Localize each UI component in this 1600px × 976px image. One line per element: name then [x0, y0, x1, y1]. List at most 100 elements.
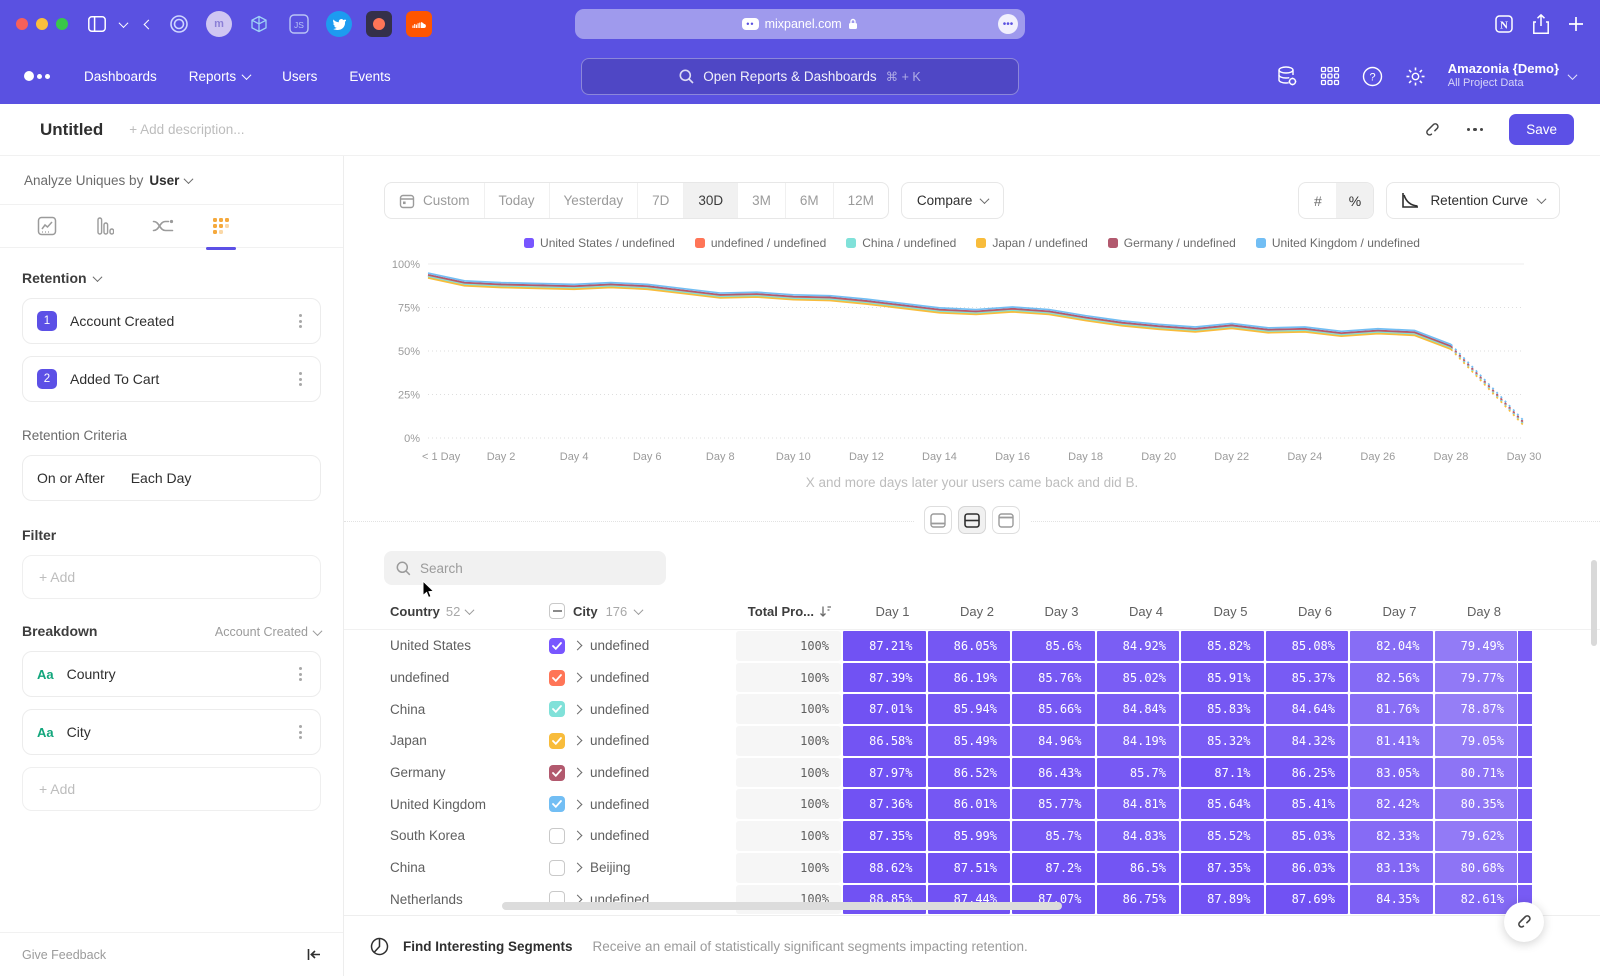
- day-column-header[interactable]: Day 1: [842, 604, 927, 619]
- breakdown-options-icon[interactable]: [295, 663, 306, 685]
- retention-cell[interactable]: 86.19%: [928, 663, 1011, 693]
- retention-cell[interactable]: 87.35%: [1181, 853, 1264, 883]
- retention-cell[interactable]: 87.51%: [928, 853, 1011, 883]
- breakdown-item-city[interactable]: Aa City: [22, 709, 321, 755]
- retention-cell[interactable]: 85.6%: [1012, 631, 1095, 661]
- project-switcher[interactable]: Amazonia {Demo} All Project Data: [1448, 61, 1576, 91]
- retention-cell[interactable]: 85.7%: [1097, 758, 1180, 788]
- range-12m-button[interactable]: 12M: [834, 183, 888, 218]
- criteria-each-day[interactable]: Each Day: [131, 470, 192, 486]
- retention-step-1[interactable]: 1 Account Created: [22, 298, 321, 344]
- range-7d-button[interactable]: 7D: [638, 183, 684, 218]
- retention-cell[interactable]: 85.91%: [1181, 663, 1264, 693]
- day-column-header[interactable]: Day 3: [1011, 604, 1096, 619]
- bird-tab-icon[interactable]: [326, 11, 352, 37]
- retention-cell[interactable]: 84.19%: [1097, 726, 1180, 756]
- unit-number-button[interactable]: #: [1299, 183, 1336, 218]
- retention-cell[interactable]: 82.33%: [1350, 821, 1433, 851]
- find-segments-title[interactable]: Find Interesting Segments: [403, 939, 573, 954]
- range-custom-button[interactable]: Custom: [385, 183, 485, 218]
- more-options-icon[interactable]: [1463, 124, 1488, 136]
- share-icon[interactable]: [1532, 14, 1550, 35]
- retention-cell[interactable]: 86.43%: [1012, 758, 1095, 788]
- retention-cell[interactable]: 85.49%: [928, 726, 1011, 756]
- close-window-icon[interactable]: [16, 18, 28, 30]
- retention-cell[interactable]: 79.49%: [1435, 631, 1518, 661]
- retention-cell[interactable]: 87.01%: [843, 694, 926, 724]
- soundcloud-tab-icon[interactable]: [406, 11, 432, 37]
- vertical-scrollbar[interactable]: [1591, 560, 1597, 646]
- day-column-header[interactable]: Day 2: [927, 604, 1012, 619]
- retention-cell[interactable]: 88.62%: [843, 853, 926, 883]
- nav-link-events[interactable]: Events: [349, 69, 390, 84]
- row-checkbox[interactable]: [549, 670, 565, 686]
- criteria-on-or-after[interactable]: On or After: [37, 470, 105, 486]
- retention-cell[interactable]: 85.08%: [1266, 631, 1349, 661]
- breakdown-item-country[interactable]: Aa Country: [22, 651, 321, 697]
- row-checkbox[interactable]: [549, 796, 565, 812]
- retention-cell[interactable]: 84.32%: [1266, 726, 1349, 756]
- legend-item[interactable]: United States / undefined: [524, 236, 675, 250]
- retention-cell[interactable]: 84.83%: [1097, 821, 1180, 851]
- retention-cell[interactable]: 86.75%: [1097, 885, 1180, 915]
- retention-cell[interactable]: 85.7%: [1012, 821, 1095, 851]
- retention-cell[interactable]: 85.82%: [1181, 631, 1264, 661]
- retention-cell[interactable]: 86.5%: [1097, 853, 1180, 883]
- retention-cell[interactable]: 80.35%: [1435, 789, 1518, 819]
- expand-row-icon[interactable]: [573, 831, 583, 841]
- address-bar[interactable]: •• mixpanel.com •••: [575, 9, 1025, 39]
- retention-cell[interactable]: 85.76%: [1012, 663, 1095, 693]
- retention-section-header[interactable]: Retention: [22, 270, 321, 286]
- expand-row-icon[interactable]: [573, 641, 583, 651]
- add-description-button[interactable]: + Add description...: [129, 122, 244, 137]
- help-icon[interactable]: ?: [1362, 66, 1383, 87]
- retention-cell[interactable]: 81.41%: [1350, 726, 1433, 756]
- retention-cell[interactable]: 87.2%: [1012, 853, 1095, 883]
- retention-cell[interactable]: 84.92%: [1097, 631, 1180, 661]
- retention-cell[interactable]: 87.1%: [1181, 758, 1264, 788]
- retention-cell[interactable]: 84.84%: [1097, 694, 1180, 724]
- tab-insights[interactable]: [30, 204, 64, 248]
- range-3m-button[interactable]: 3M: [738, 183, 786, 218]
- view-table-only-button[interactable]: [992, 506, 1020, 534]
- retention-cell[interactable]: 86.25%: [1266, 758, 1349, 788]
- minimize-window-icon[interactable]: [36, 18, 48, 30]
- retention-cell[interactable]: 85.41%: [1266, 789, 1349, 819]
- expand-row-icon[interactable]: [573, 799, 583, 809]
- retention-cell[interactable]: 85.94%: [928, 694, 1011, 724]
- share-link-fab[interactable]: [1504, 902, 1544, 942]
- expand-row-icon[interactable]: [573, 704, 583, 714]
- chart-type-dropdown[interactable]: Retention Curve: [1386, 182, 1560, 219]
- retention-cell[interactable]: 85.52%: [1181, 821, 1264, 851]
- cube-tab-icon[interactable]: [246, 11, 272, 37]
- row-checkbox[interactable]: [549, 765, 565, 781]
- range-today-button[interactable]: Today: [485, 183, 550, 218]
- expand-row-icon[interactable]: [573, 673, 583, 683]
- back-icon[interactable]: [144, 19, 154, 29]
- retention-cell[interactable]: 81.76%: [1350, 694, 1433, 724]
- nav-link-users[interactable]: Users: [282, 69, 317, 84]
- retention-cell[interactable]: 86.52%: [928, 758, 1011, 788]
- chevron-down-icon[interactable]: [119, 18, 129, 28]
- retention-cell[interactable]: 84.35%: [1350, 885, 1433, 915]
- retention-cell[interactable]: 87.39%: [843, 663, 926, 693]
- legend-item[interactable]: China / undefined: [846, 236, 956, 250]
- retention-cell[interactable]: 79.05%: [1435, 726, 1518, 756]
- legend-item[interactable]: undefined / undefined: [695, 236, 826, 250]
- save-button[interactable]: Save: [1509, 114, 1574, 145]
- retention-cell[interactable]: 85.83%: [1181, 694, 1264, 724]
- select-all-checkbox[interactable]: [549, 603, 565, 619]
- global-search-input[interactable]: Open Reports & Dashboards ⌘ + K: [581, 58, 1019, 95]
- retention-criteria-card[interactable]: On or After Each Day: [22, 455, 321, 501]
- table-search-input[interactable]: Search: [384, 551, 666, 585]
- retention-cell[interactable]: 85.32%: [1181, 726, 1264, 756]
- retention-cell[interactable]: 79.62%: [1435, 821, 1518, 851]
- retention-cell[interactable]: 83.05%: [1350, 758, 1433, 788]
- row-checkbox[interactable]: [549, 828, 565, 844]
- retention-cell[interactable]: 86.58%: [843, 726, 926, 756]
- retention-cell[interactable]: 86.03%: [1266, 853, 1349, 883]
- step-options-icon[interactable]: [295, 310, 306, 332]
- range-6m-button[interactable]: 6M: [786, 183, 834, 218]
- retention-cell[interactable]: 84.64%: [1266, 694, 1349, 724]
- day-column-header[interactable]: Day 6: [1265, 604, 1350, 619]
